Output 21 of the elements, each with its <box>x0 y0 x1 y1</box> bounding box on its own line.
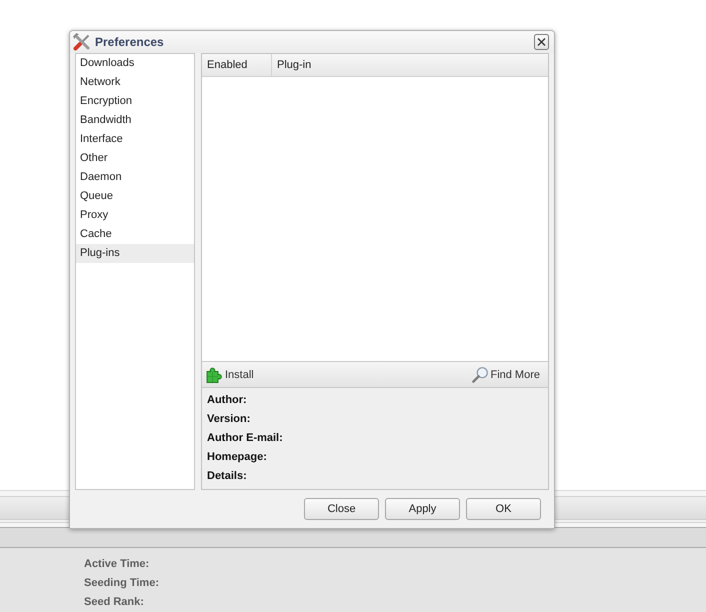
close-icon[interactable] <box>534 34 549 50</box>
dialog-title: Preferences <box>95 35 165 49</box>
sidebar-item[interactable]: Plug-ins <box>76 244 194 263</box>
dialog-button[interactable]: OK <box>466 498 541 520</box>
dialog-button[interactable]: Apply <box>385 498 460 520</box>
field-label: Homepage: <box>207 450 267 465</box>
field-label: Details: <box>207 469 247 484</box>
wrench-screwdriver-icon <box>73 33 91 51</box>
search-icon <box>472 366 488 382</box>
field-label: Author: <box>207 393 247 408</box>
install-button[interactable]: Install <box>206 366 254 384</box>
puzzle-piece-icon <box>206 366 222 382</box>
dialog-button[interactable]: Close <box>304 498 379 520</box>
detail-label: Seeding Time: <box>84 576 159 591</box>
field-label: Author E-mail: <box>207 431 283 446</box>
find-more-button[interactable]: Find More <box>472 366 540 384</box>
column-header[interactable]: Plug-in <box>272 54 548 76</box>
detail-label: Seed Rank: <box>84 595 144 610</box>
column-header[interactable]: Enabled <box>202 54 272 76</box>
detail-label: Active Time: <box>84 557 150 572</box>
field-label: Version: <box>207 412 250 427</box>
